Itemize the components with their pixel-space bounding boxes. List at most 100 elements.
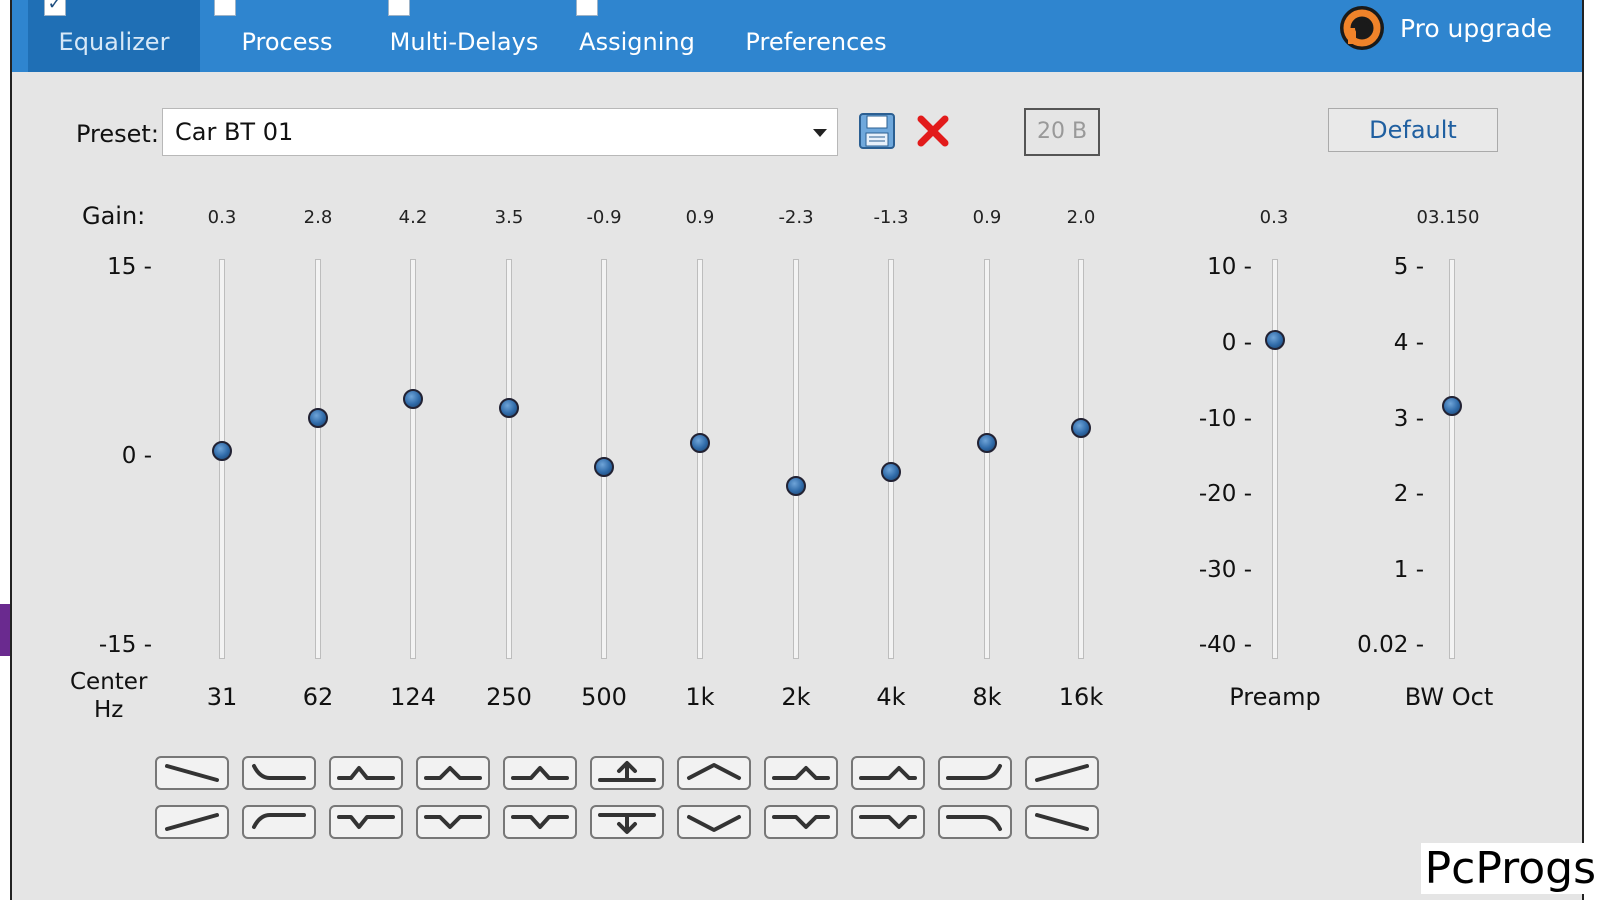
bw-slider-knob[interactable] xyxy=(1442,396,1462,417)
preset-dropdown[interactable]: Car BT 01 xyxy=(162,108,838,156)
bw-scale-tick: 4 - xyxy=(1393,330,1424,356)
eq-shape-button-slope-down[interactable] xyxy=(1025,805,1099,839)
band-gain-value: -2.3 xyxy=(778,207,814,228)
band-slider-track[interactable] xyxy=(888,259,894,659)
delete-preset-button[interactable] xyxy=(916,114,950,152)
eq-shape-button-high-shelf-cut[interactable] xyxy=(938,805,1012,839)
process-enable-checkbox[interactable] xyxy=(214,0,236,16)
eq-shape-button-bell-boost-high[interactable] xyxy=(764,756,838,790)
tab-assigning-label: Assigning xyxy=(579,28,695,56)
band-frequency-label: 500 xyxy=(581,683,627,711)
eq-shape-button-bell-cut[interactable] xyxy=(416,805,490,839)
eq-shape-button-bell-cut-high[interactable] xyxy=(764,805,838,839)
eq-shape-button-lower-all[interactable] xyxy=(590,805,664,839)
pro-logo-icon xyxy=(1339,6,1384,50)
equalizer-enable-checkbox[interactable]: ✓ xyxy=(44,0,66,16)
band-frequency-label: 124 xyxy=(390,683,436,711)
tab-equalizer-label: Equalizer xyxy=(58,28,170,56)
bw-slider-track[interactable] xyxy=(1449,259,1455,659)
curve-bell-boost-low-icon xyxy=(337,766,395,780)
tab-process[interactable]: Process xyxy=(212,0,362,72)
eq-shape-button-high-bell-boost[interactable] xyxy=(851,756,925,790)
band-slider-knob[interactable] xyxy=(308,407,328,428)
eq-shape-button-bell-boost-wide[interactable] xyxy=(677,756,751,790)
preamp-scale-tick: -40 - xyxy=(1198,632,1252,658)
band-slider-track[interactable] xyxy=(315,259,321,659)
tab-multi-delays[interactable]: Multi-Delays xyxy=(374,0,554,72)
curve-slope-up-icon xyxy=(1035,764,1089,782)
save-preset-button[interactable] xyxy=(858,112,896,154)
eq-shape-button-bell-cut-low[interactable] xyxy=(329,805,403,839)
bw-scale-tick: 1 - xyxy=(1393,557,1424,583)
tab-preferences[interactable]: Preferences xyxy=(724,0,908,72)
band-slider-track[interactable] xyxy=(793,259,799,659)
assigning-enable-checkbox[interactable] xyxy=(576,0,598,16)
curve-high-bell-cut-icon xyxy=(859,815,917,829)
eq-shape-button-bell-boost[interactable] xyxy=(416,756,490,790)
band-slider-knob[interactable] xyxy=(212,441,232,461)
band-slider-track[interactable] xyxy=(984,259,990,659)
eq-scale-bottom: -15 - xyxy=(98,632,152,658)
preset-label: Preset: xyxy=(76,120,159,148)
eq-shape-button-low-shelf-cut[interactable] xyxy=(242,756,316,790)
curve-bell-cut-wide-icon xyxy=(687,815,741,832)
band-slider-knob[interactable] xyxy=(594,457,614,477)
multi-delays-enable-checkbox[interactable] xyxy=(388,0,410,16)
preamp-scale-tick: 0 - xyxy=(1221,330,1252,356)
eq-shape-button-bell-cut-mid[interactable] xyxy=(503,805,577,839)
band-slider-knob[interactable] xyxy=(403,389,423,409)
bw-scale-tick: 3 - xyxy=(1393,406,1424,432)
eq-shape-button-raise-all[interactable] xyxy=(590,756,664,790)
band-slider-knob[interactable] xyxy=(690,433,710,453)
eq-shape-button-bell-boost-mid[interactable] xyxy=(503,756,577,790)
band-slider-track[interactable] xyxy=(697,259,703,659)
default-button[interactable]: Default xyxy=(1328,108,1498,152)
band-slider-knob[interactable] xyxy=(977,433,997,453)
bw-scale-tick: 0.02 - xyxy=(1357,632,1424,658)
hz-label: Hz xyxy=(94,697,124,723)
center-label: Center xyxy=(70,669,148,695)
band-slider-track[interactable] xyxy=(1078,259,1084,659)
preamp-scale-tick: 10 - xyxy=(1207,254,1252,280)
tab-equalizer[interactable]: ✓ Equalizer xyxy=(28,0,200,72)
bit-depth-display: 20 B xyxy=(1024,108,1100,156)
eq-shape-button-slope-down[interactable] xyxy=(155,756,229,790)
bw-scale-tick: 5 - xyxy=(1393,254,1424,280)
eq-shape-button-bell-cut-wide[interactable] xyxy=(677,805,751,839)
eq-shape-button-high-shelf-boost[interactable] xyxy=(938,756,1012,790)
curve-bell-boost-wide-icon xyxy=(687,763,741,780)
eq-shape-button-slope-up[interactable] xyxy=(1025,756,1099,790)
curve-low-shelf-boost-icon xyxy=(252,813,306,829)
preamp-slider-track[interactable] xyxy=(1272,259,1278,659)
band-slider-knob[interactable] xyxy=(881,462,901,483)
band-slider-track[interactable] xyxy=(506,259,512,659)
save-icon xyxy=(859,113,895,149)
band-frequency-label: 16k xyxy=(1058,683,1104,711)
curve-bell-boost-high-icon xyxy=(772,766,830,780)
curve-high-shelf-cut-icon xyxy=(946,815,1002,831)
tab-bar: ✓ Equalizer Process Multi-Delays Assigni… xyxy=(12,0,1582,72)
band-gain-value: 0.3 xyxy=(207,207,237,228)
band-frequency-label: 250 xyxy=(486,683,532,711)
band-gain-value: 3.5 xyxy=(494,207,524,228)
bw-value: 03.150 xyxy=(1416,207,1480,228)
delete-x-icon xyxy=(917,115,949,147)
tab-assigning[interactable]: Assigning xyxy=(564,0,710,72)
band-gain-value: -0.9 xyxy=(586,207,622,228)
pro-upgrade-button[interactable]: Pro upgrade xyxy=(1338,4,1552,52)
eq-scale-mid: 0 - xyxy=(121,443,152,469)
band-slider-track[interactable] xyxy=(410,259,416,659)
gain-label: Gain: xyxy=(82,202,146,230)
band-slider-knob[interactable] xyxy=(786,475,806,496)
tab-preferences-label: Preferences xyxy=(745,28,887,56)
band-slider-knob[interactable] xyxy=(499,398,519,419)
preamp-slider-knob[interactable] xyxy=(1265,329,1285,350)
eq-shape-button-slope-up[interactable] xyxy=(155,805,229,839)
eq-shape-button-low-shelf-boost[interactable] xyxy=(242,805,316,839)
eq-shape-button-bell-boost-low[interactable] xyxy=(329,756,403,790)
band-frequency-label: 1k xyxy=(685,683,715,711)
band-slider-knob[interactable] xyxy=(1071,418,1091,439)
curve-slope-down-icon xyxy=(165,764,219,782)
eq-shape-button-high-bell-cut[interactable] xyxy=(851,805,925,839)
bw-scale-tick: 2 - xyxy=(1393,481,1424,507)
